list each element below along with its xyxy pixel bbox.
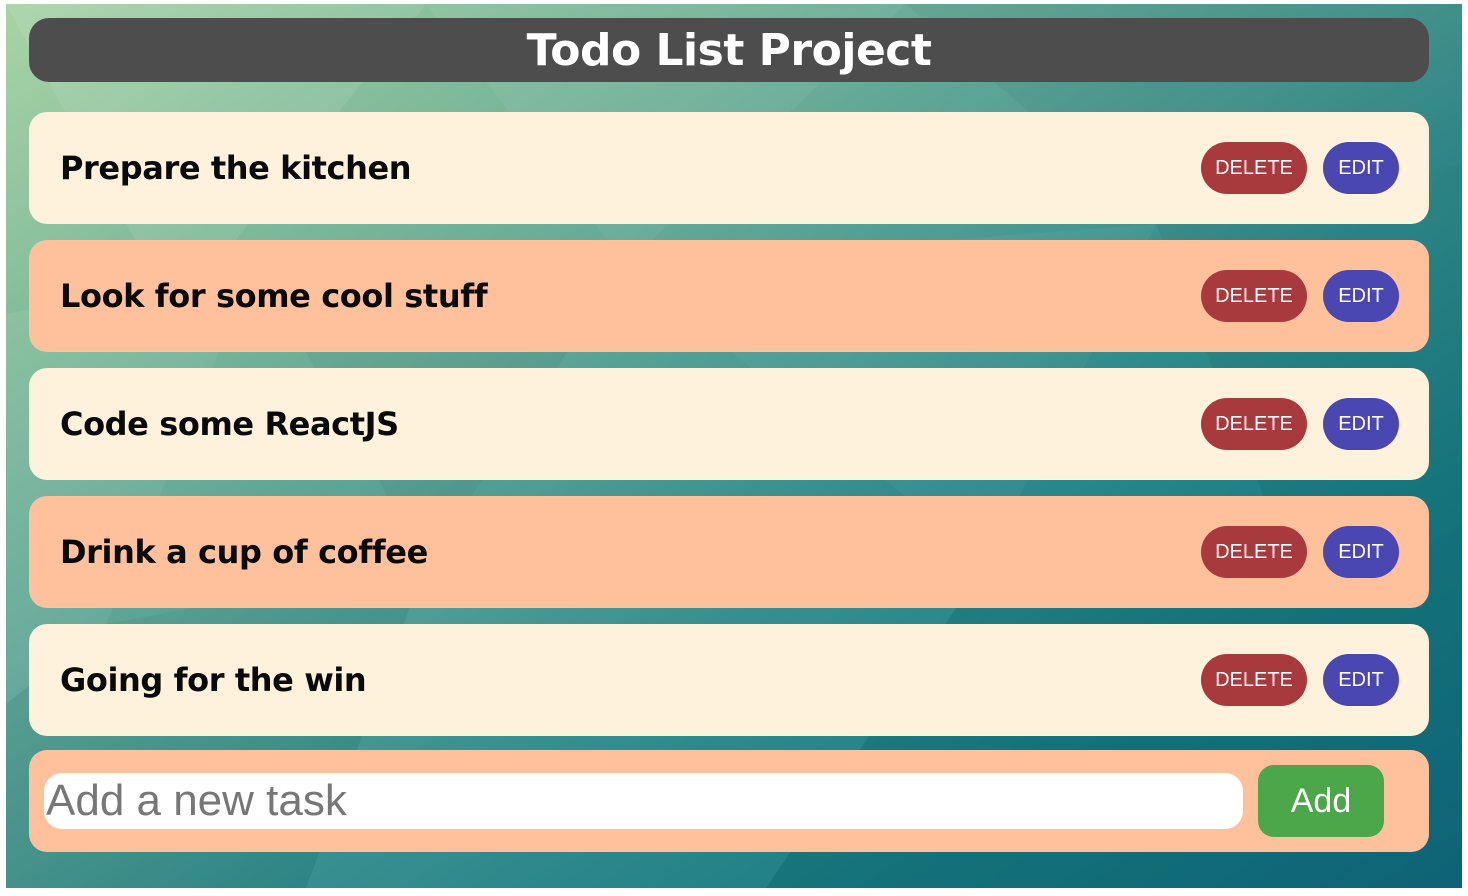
delete-button[interactable]: DELETE bbox=[1201, 526, 1307, 578]
delete-button[interactable]: DELETE bbox=[1201, 398, 1307, 450]
todo-app: Todo List Project Prepare the kitchen DE… bbox=[6, 4, 1462, 888]
edit-button[interactable]: EDIT bbox=[1323, 654, 1399, 706]
edit-button[interactable]: EDIT bbox=[1323, 398, 1399, 450]
todo-item: Prepare the kitchen DELETE EDIT bbox=[29, 112, 1429, 224]
todo-text: Look for some cool stuff bbox=[60, 277, 488, 315]
todo-text: Drink a cup of coffee bbox=[60, 533, 428, 571]
delete-button[interactable]: DELETE bbox=[1201, 142, 1307, 194]
todo-item: Code some ReactJS DELETE EDIT bbox=[29, 368, 1429, 480]
todo-actions: DELETE EDIT bbox=[1201, 654, 1399, 706]
edit-button[interactable]: EDIT bbox=[1323, 270, 1399, 322]
todo-text: Going for the win bbox=[60, 661, 367, 699]
todo-item: Going for the win DELETE EDIT bbox=[29, 624, 1429, 736]
edit-button[interactable]: EDIT bbox=[1323, 142, 1399, 194]
page-title: Todo List Project bbox=[526, 24, 932, 76]
todo-item: Look for some cool stuff DELETE EDIT bbox=[29, 240, 1429, 352]
todo-text: Prepare the kitchen bbox=[60, 149, 412, 187]
todo-actions: DELETE EDIT bbox=[1201, 398, 1399, 450]
add-task-button[interactable]: Add bbox=[1258, 765, 1384, 837]
edit-button[interactable]: EDIT bbox=[1323, 526, 1399, 578]
new-task-form: Add bbox=[29, 750, 1429, 852]
todo-list: Prepare the kitchen DELETE EDIT Look for… bbox=[29, 112, 1429, 752]
todo-actions: DELETE EDIT bbox=[1201, 142, 1399, 194]
app-header: Todo List Project bbox=[29, 18, 1429, 82]
delete-button[interactable]: DELETE bbox=[1201, 270, 1307, 322]
todo-actions: DELETE EDIT bbox=[1201, 526, 1399, 578]
todo-actions: DELETE EDIT bbox=[1201, 270, 1399, 322]
todo-item: Drink a cup of coffee DELETE EDIT bbox=[29, 496, 1429, 608]
new-task-input[interactable] bbox=[44, 773, 1243, 829]
delete-button[interactable]: DELETE bbox=[1201, 654, 1307, 706]
todo-text: Code some ReactJS bbox=[60, 405, 399, 443]
